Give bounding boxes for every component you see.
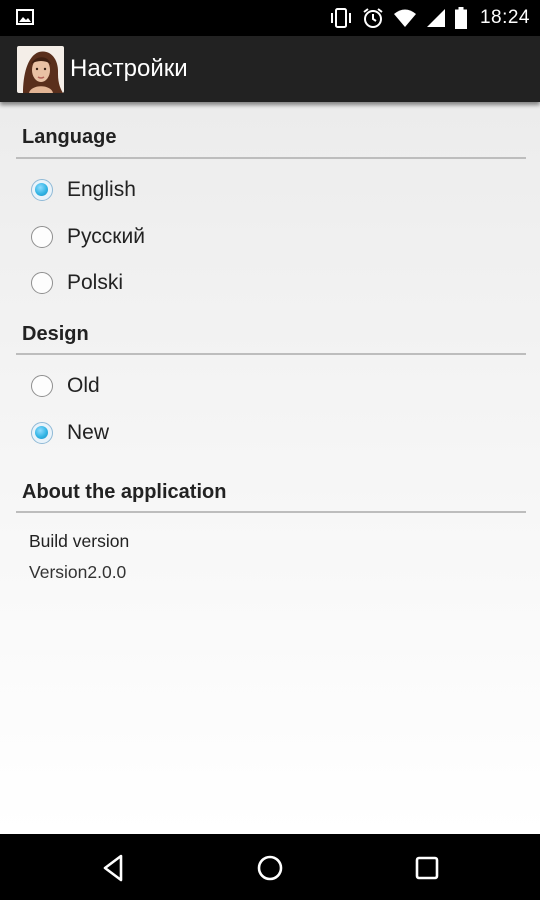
category-title-about: About the application (22, 481, 227, 503)
page-title: Настройки (70, 55, 188, 82)
build-version-title: Build version (29, 531, 130, 551)
vibrate-icon (330, 8, 351, 28)
signal-icon (426, 9, 445, 27)
alarm-icon (363, 8, 383, 28)
radio-option-old[interactable]: Old (31, 366, 100, 406)
radio-option-english[interactable]: English (31, 170, 136, 210)
recents-icon[interactable] (410, 851, 444, 885)
category-title-language: Language (22, 126, 117, 148)
action-bar: Настройки (0, 36, 540, 102)
radio-button[interactable] (31, 272, 53, 294)
build-version-value: Version2.0.0 (29, 562, 127, 582)
radio-label: Polski (67, 271, 124, 294)
radio-button[interactable] (31, 226, 53, 248)
category-title-design: Design (22, 323, 89, 345)
radio-label: English (67, 178, 136, 201)
app-avatar-icon[interactable] (17, 46, 64, 93)
category-divider-about (16, 511, 526, 513)
settings-list: Language English Русский Polski Design O… (0, 102, 540, 834)
radio-label: Old (67, 374, 100, 397)
category-language: Language (16, 126, 526, 149)
status-clock: 18:24 (479, 7, 530, 28)
battery-icon (454, 7, 467, 29)
wifi-icon (393, 9, 416, 27)
status-bar: 18:24 (0, 0, 540, 36)
radio-button-checked[interactable] (31, 422, 53, 444)
category-about: About the application (16, 481, 526, 504)
radio-label: New (67, 421, 110, 444)
navigation-bar (0, 834, 540, 900)
status-icons: 18:24 (329, 0, 530, 36)
radio-option-russian[interactable]: Русский (31, 217, 145, 257)
radio-button[interactable] (31, 375, 53, 397)
category-divider-design (16, 353, 526, 355)
category-divider-language (16, 157, 526, 159)
home-icon[interactable] (253, 851, 287, 885)
radio-option-polish[interactable]: Polski (31, 263, 123, 303)
back-icon[interactable] (97, 851, 131, 885)
radio-button-checked[interactable] (31, 179, 53, 201)
category-design: Design (16, 323, 526, 346)
image-notification-icon (16, 9, 34, 25)
radio-label: Русский (67, 225, 145, 248)
radio-option-new[interactable]: New (31, 413, 109, 453)
